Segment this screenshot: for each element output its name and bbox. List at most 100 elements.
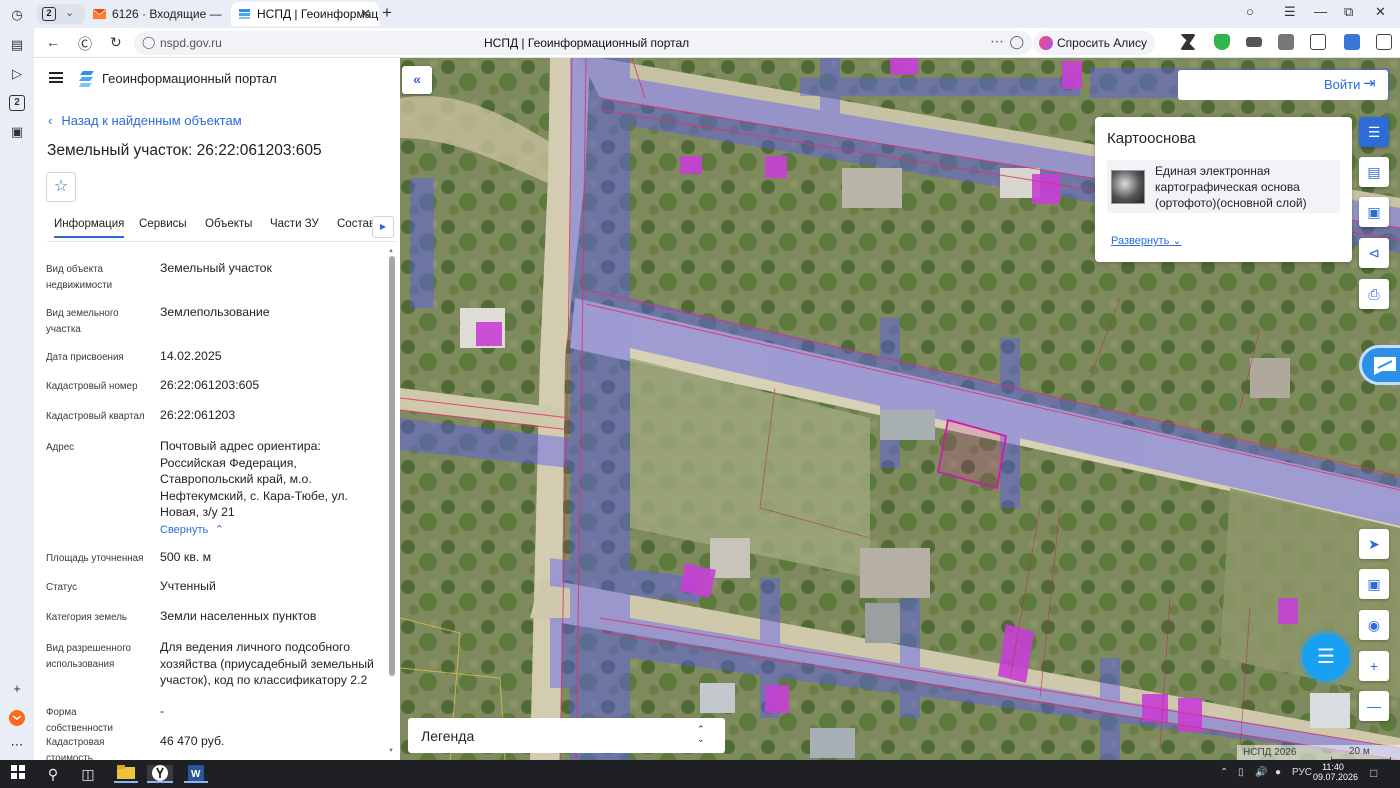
tab-parts[interactable]: Части ЗУ <box>270 218 319 230</box>
tab-services[interactable]: Сервисы <box>139 218 187 230</box>
attribute-label: Вид земельного участка <box>46 308 119 335</box>
battery-icon[interactable]: ▯ <box>1238 767 1244 778</box>
tab-information[interactable]: Информация <box>54 218 125 238</box>
double-chevron-left-icon: « <box>413 71 421 87</box>
scroll-thumb[interactable] <box>389 256 395 676</box>
legend-dropdown[interactable]: Легенда ⌃ ⌄ <box>408 718 725 753</box>
attribute-label: Форма собственности <box>46 707 114 734</box>
expand-basemap-link[interactable]: Развернуть ⌄ <box>1111 234 1182 247</box>
translate-icon[interactable] <box>1344 34 1360 50</box>
tab-count-text: 2 <box>14 97 20 108</box>
scroll-down-icon[interactable]: ▼ <box>388 748 394 754</box>
back-to-results-link[interactable]: ‹ Назад к найденным объектам <box>48 113 242 128</box>
extensions-icon[interactable] <box>1376 34 1392 50</box>
system-clock[interactable]: 11:40 09.07.2026 <box>1313 762 1358 782</box>
windows-start-icon[interactable] <box>8 765 28 783</box>
close-window-icon[interactable]: ✕ <box>1375 4 1386 20</box>
map-view[interactable]: « Войти ⇥ Картооснова Единая электронная… <box>400 58 1400 760</box>
attribute-value[interactable]: 26:22:061203:605 <box>160 377 382 394</box>
share-button[interactable]: ⊲ <box>1359 238 1389 268</box>
chevron-left-icon: ‹ <box>48 113 53 128</box>
reload-icon[interactable]: ↻ <box>110 34 122 51</box>
tabs-scroll-next-button[interactable]: ▶ <box>372 216 394 238</box>
select-area-button[interactable]: ▣ <box>1359 197 1389 227</box>
ask-alice-button[interactable]: Спросить Алису AI <box>1033 31 1155 74</box>
screenshot-icon[interactable]: ▣ <box>9 124 25 140</box>
mail-app-icon[interactable] <box>9 710 25 726</box>
downloads-icon[interactable] <box>1310 34 1326 50</box>
zoom-out-button[interactable]: — <box>1359 691 1389 721</box>
back-icon[interactable]: ← <box>46 34 60 50</box>
history-icon[interactable]: ◷ <box>9 7 25 23</box>
attribute-label: Вид разрешенного использования <box>46 643 132 670</box>
tab-nspd[interactable]: НСПД | Геоинформацио ✕ <box>231 2 379 26</box>
network-icon[interactable]: ● <box>1275 767 1281 778</box>
profile-icon[interactable]: ○ <box>1246 4 1254 19</box>
ya-icon[interactable]: Ⓒ <box>78 34 92 54</box>
task-view-icon[interactable]: ◫ <box>78 765 98 783</box>
login-button[interactable]: Войти ⇥ <box>1178 70 1388 100</box>
chevron-right-icon: ▶ <box>379 222 387 231</box>
measure-button[interactable]: ▤ <box>1359 157 1389 187</box>
volume-icon[interactable]: 🔊 <box>1255 767 1267 778</box>
close-tab-icon[interactable]: ✕ <box>360 2 371 26</box>
menu-icon[interactable]: ☰ <box>1284 4 1296 20</box>
minimize-icon[interactable]: — <box>1314 4 1327 19</box>
new-tab-icon[interactable]: + <box>382 3 392 23</box>
chat-icon: ☰ <box>1317 646 1335 668</box>
language-indicator[interactable]: РУС <box>1292 767 1312 778</box>
tab-count-icon[interactable]: 2 <box>9 95 25 111</box>
search-location-button[interactable]: ◉ <box>1359 610 1389 640</box>
url-field[interactable]: ◯ nspd.gov.ru НСПД | Геоинформационный п… <box>134 31 1032 55</box>
tab-switcher-button[interactable]: 2 ⌄ <box>37 4 85 24</box>
attribute-value: 500 кв. м <box>160 550 212 564</box>
attribute-label: Вид объекта недвижимости <box>46 264 113 291</box>
chevron-up-icon: ⌃ <box>211 524 224 536</box>
assistant-button[interactable] <box>1359 345 1400 385</box>
more-icon[interactable]: ⋯ <box>9 737 25 753</box>
bookmark-icon[interactable]: ◯ <box>1009 34 1024 50</box>
star-icon: ☆ <box>53 178 69 195</box>
layers-button[interactable]: ☰ <box>1359 117 1389 147</box>
protect-icon[interactable] <box>1278 34 1294 50</box>
add-icon[interactable]: + <box>9 681 25 697</box>
file-explorer-icon[interactable] <box>114 765 138 783</box>
favorite-button[interactable]: ☆ <box>46 172 76 202</box>
reader-icon[interactable] <box>1246 37 1262 47</box>
attribute-value[interactable]: 26:22:061203 <box>160 407 382 424</box>
panel-scrollbar[interactable]: ▲ ▼ <box>388 248 396 756</box>
yandex-browser-icon[interactable] <box>147 765 173 783</box>
zoom-in-button[interactable]: + <box>1359 651 1389 681</box>
search-icon[interactable]: ⚲ <box>43 765 63 783</box>
print-button[interactable]: ⎙ <box>1359 279 1389 309</box>
notifications-icon[interactable]: □ <box>1370 766 1377 780</box>
collapse-address-link[interactable]: Свернуть ⌃ <box>160 521 382 539</box>
play-icon[interactable]: ▷ <box>9 66 25 82</box>
scroll-up-icon[interactable]: ▲ <box>388 248 394 254</box>
minimap-button[interactable]: ▣ <box>1359 569 1389 599</box>
tab-composition[interactable]: Состав <box>337 218 375 230</box>
tab-objects[interactable]: Объекты <box>205 218 252 230</box>
menu-icon[interactable] <box>49 72 63 83</box>
attribute-label: Дата присвоения <box>46 352 124 363</box>
shield-icon[interactable] <box>1214 34 1230 50</box>
object-info-panel: Геоинформационный портал ‹ Назад к найден… <box>34 58 400 760</box>
basemap-layer-item[interactable]: Единая электронная картографическая осно… <box>1107 160 1340 213</box>
object-title: Земельный участок: 26:22:061203:605 <box>47 142 322 159</box>
restore-icon[interactable]: ⧉ <box>1344 4 1353 20</box>
more-options-icon[interactable]: ⋯ <box>990 33 1004 50</box>
collections-icon[interactable]: ▤ <box>9 37 25 53</box>
ruler-icon: ▤ <box>1367 164 1381 180</box>
tab-mail[interactable]: 6126 · Входящие — Яндекс <box>86 2 224 26</box>
attribute-value: Землепользование <box>160 305 270 319</box>
taskbar: ⚲ ◫ W ⌃ ▯ 🔊 ● РУС 11:40 09.07.2026 □ <box>0 760 1400 788</box>
extension-icon[interactable] <box>1180 34 1196 50</box>
tray-expand-icon[interactable]: ⌃ <box>1220 767 1228 778</box>
chat-button[interactable]: ☰ <box>1302 633 1350 681</box>
geolocate-button[interactable]: ➤ <box>1359 529 1389 559</box>
word-icon[interactable]: W <box>184 765 208 783</box>
site-info-icon[interactable]: ◯ <box>142 35 155 49</box>
plus-icon: + <box>1369 658 1379 674</box>
basemap-card: Картооснова Единая электронная картограф… <box>1095 117 1352 262</box>
collapse-panel-button[interactable]: « <box>402 66 432 94</box>
